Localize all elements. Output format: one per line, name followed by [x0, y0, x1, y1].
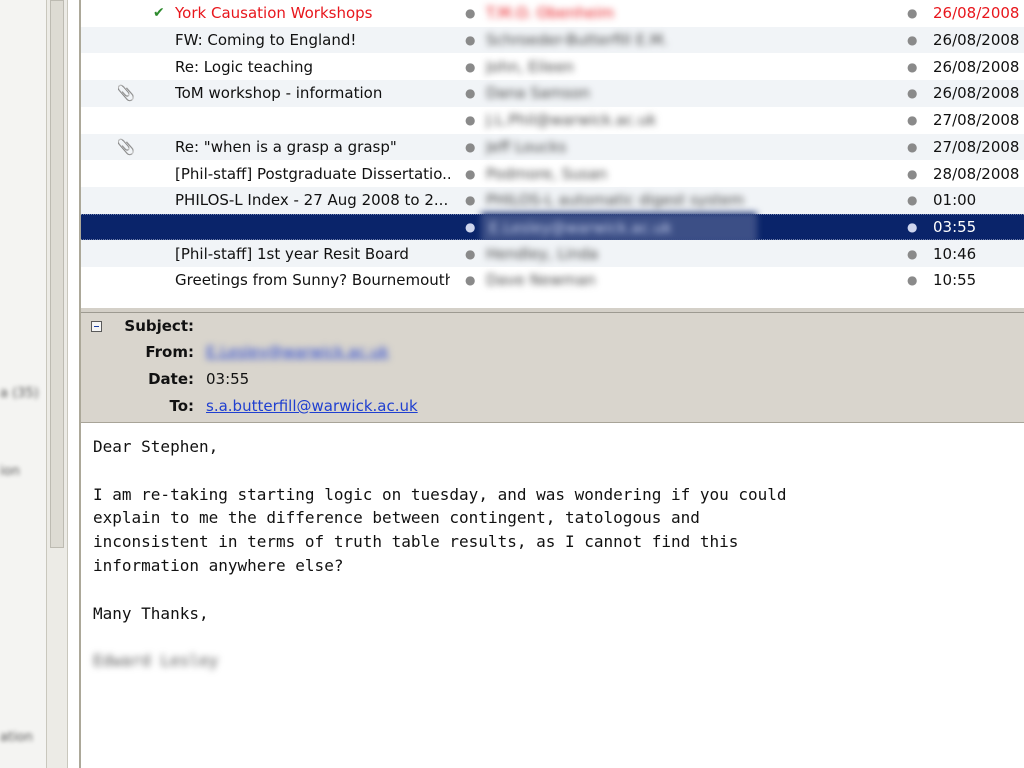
date-value: 03:55: [206, 370, 250, 388]
message-sender: J.L.Phil@warwick.ac.uk: [486, 111, 657, 130]
bullet-icon: ●: [465, 59, 475, 74]
bullet-icon: ●: [465, 86, 475, 101]
message-subject: [Phil-staff] Postgraduate Dissertatio...: [175, 164, 450, 183]
message-subject: Re: "when is a grasp a grasp": [175, 137, 397, 156]
message-subject: PHILOS-L Index - 27 Aug 2008 to 2...: [175, 191, 449, 210]
message-date: 10:55: [933, 271, 977, 290]
body-line: Many Thanks,: [93, 603, 209, 623]
date-label: Date:: [148, 370, 194, 388]
message-body-text: Dear Stephen, I am re-taking starting lo…: [93, 435, 787, 673]
message-row[interactable]: 📎 Re: "when is a grasp a grasp" ● Jeff Louc…: [81, 133, 1024, 161]
message-sender: T.M.O. Obenheim: [486, 4, 615, 23]
subject-label: Subject:: [124, 317, 194, 335]
message-subject: York Causation Workshops: [175, 4, 373, 23]
body-line: I am re-taking starting logic on tuesday…: [93, 484, 787, 504]
collapse-header-icon[interactable]: [91, 321, 102, 332]
message-row[interactable]: Greetings from Sunny? Bournemouth ● Dave N…: [81, 267, 1024, 294]
bullet-icon: ●: [465, 139, 475, 154]
message-header: Subject: From: E.Lesley@warwick.ac.uk Da…: [81, 313, 1024, 423]
message-sender: Hendley, Linda: [486, 244, 599, 263]
folder-label-fragment[interactable]: ation: [0, 730, 33, 745]
message-date: 26/08/2008 2: [933, 84, 1024, 103]
message-row[interactable]: [Phil-staff] Postgraduate Dissertatio...…: [81, 160, 1024, 187]
folder-pane: a (35) ion ation: [0, 0, 46, 768]
message-date: 27/08/2008 1: [933, 111, 1024, 130]
message-subject: Greetings from Sunny? Bournemouth: [175, 271, 450, 290]
message-date: 03:55: [933, 217, 977, 236]
bullet-icon: ●: [907, 86, 917, 101]
body-line: explain to me the difference between con…: [93, 508, 700, 528]
message-sender: Podmore, Susan: [486, 164, 608, 183]
message-row[interactable]: 📎 ToM workshop - information ● Dana Samson ●…: [81, 80, 1024, 107]
bullet-icon: ●: [907, 246, 917, 261]
message-sender: PHILOS-L automatic digest system: [486, 191, 745, 210]
message-row[interactable]: FW: Coming to England! ● Schroeder-Butterf…: [81, 26, 1024, 54]
message-date: 27/08/2008 1: [933, 137, 1024, 156]
message-subject: [175, 107, 450, 134]
body-line: Dear Stephen,: [93, 437, 219, 456]
message-date: 26/08/2008 2: [933, 4, 1024, 23]
message-subject: ToM workshop - information: [175, 84, 383, 103]
from-label: From:: [145, 343, 194, 361]
bullet-icon: ●: [907, 219, 917, 234]
bullet-icon: ●: [465, 246, 475, 261]
bullet-icon: ●: [465, 6, 475, 21]
folder-label-fragment[interactable]: a (35): [0, 386, 39, 401]
message-subject: [Phil-staff] 1st year Resit Board: [175, 244, 409, 263]
message-sender: Jeff Loucks: [486, 137, 567, 156]
message-sender: Dave Newman: [486, 271, 596, 290]
message-row[interactable]: ✔ York Causation Workshops ● T.M.O. Obenhei…: [81, 0, 1024, 27]
message-sender: E.Lesley@warwick.ac.uk: [481, 211, 757, 244]
bullet-icon: ●: [907, 59, 917, 74]
checkmark-icon[interactable]: ✔: [153, 0, 171, 27]
paperclip-icon: 📎: [118, 137, 134, 156]
message-subject: [175, 215, 450, 240]
message-date: 26/08/2008 2: [933, 31, 1024, 50]
from-address-link[interactable]: E.Lesley@warwick.ac.uk: [206, 343, 389, 361]
to-address-link[interactable]: s.a.butterfill@warwick.ac.uk: [206, 397, 418, 415]
message-subject: Re: Logic teaching: [175, 57, 314, 76]
bullet-icon: ●: [465, 166, 475, 181]
message-sender: John, Eileen: [486, 57, 574, 76]
to-label: To:: [169, 397, 194, 415]
bullet-icon: ●: [907, 113, 917, 128]
bullet-icon: ●: [907, 193, 917, 208]
bullet-icon: ●: [907, 139, 917, 154]
message-row[interactable]: PHILOS-L Index - 27 Aug 2008 to 2... ● PHI…: [81, 186, 1024, 214]
signature: Edward Lesley: [93, 651, 219, 671]
message-date: 01:00: [933, 191, 977, 210]
bullet-icon: ●: [465, 193, 475, 208]
body-line: inconsistent in terms of truth table res…: [93, 532, 739, 552]
folder-pane-scrollbar[interactable]: [46, 0, 68, 768]
bullet-icon: ●: [465, 33, 475, 48]
message-date: 10:46: [933, 244, 977, 263]
message-row[interactable]: [Phil-staff] 1st year Resit Board ● Hendle…: [81, 240, 1024, 267]
folder-label-fragment[interactable]: ion: [0, 464, 20, 479]
message-row[interactable]: ● J.L.Phil@warwick.ac.uk ● 27/08/2008 1: [81, 107, 1024, 134]
message-date: 26/08/2008 2: [933, 57, 1024, 76]
bullet-icon: ●: [465, 219, 475, 234]
bullet-icon: ●: [907, 273, 917, 288]
message-list: ✔ York Causation Workshops ● T.M.O. Obenhei…: [81, 0, 1024, 307]
message-subject: FW: Coming to England!: [175, 31, 357, 50]
message-date: 28/08/2008 1: [933, 164, 1024, 183]
message-sender: Schroeder-Butterfill E.M.: [486, 31, 668, 50]
bullet-icon: ●: [465, 273, 475, 288]
paperclip-icon: 📎: [118, 84, 134, 103]
scrollbar-thumb[interactable]: [50, 0, 64, 548]
message-sender: Dana Samson: [486, 84, 591, 103]
message-row[interactable]: ● E.Lesley@warwick.ac.uk ● 03:55: [81, 211, 1024, 244]
message-row[interactable]: Re: Logic teaching ● John, Eileen ● 26/08/20…: [81, 53, 1024, 80]
body-line: information anywhere else?: [93, 555, 344, 575]
bullet-icon: ●: [907, 6, 917, 21]
message-body[interactable]: Dear Stephen, I am re-taking starting lo…: [81, 423, 1024, 768]
bullet-icon: ●: [907, 166, 917, 181]
bullet-icon: ●: [907, 33, 917, 48]
bullet-icon: ●: [465, 113, 475, 128]
